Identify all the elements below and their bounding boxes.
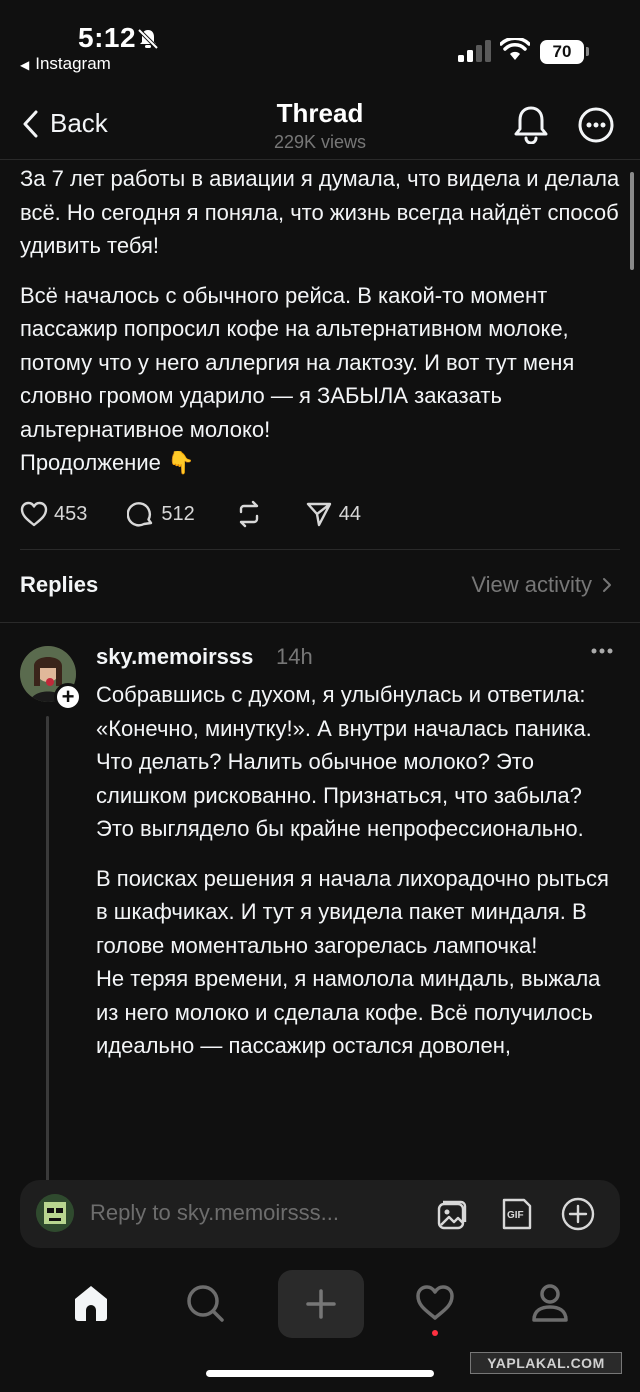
gallery-icon[interactable]: [434, 1196, 470, 1232]
share-button[interactable]: 44: [305, 500, 361, 528]
my-avatar-image: [36, 1194, 74, 1232]
search-icon[interactable]: [184, 1282, 226, 1324]
send-icon: [306, 502, 331, 527]
watermark: YAPLAKAL.COM: [470, 1352, 622, 1374]
new-thread-button[interactable]: [278, 1270, 364, 1338]
svg-text:GIF: GIF: [507, 1210, 524, 1221]
home-indicator[interactable]: [206, 1370, 434, 1377]
thread-header: Back Thread 229K views: [0, 90, 640, 160]
reply-input[interactable]: [90, 1200, 410, 1226]
reply-username[interactable]: sky.memoirsss: [96, 644, 253, 670]
plus-icon: [306, 1289, 336, 1319]
like-count: 453: [54, 502, 88, 525]
status-time: 5:12: [78, 22, 137, 53]
home-icon[interactable]: [70, 1282, 112, 1324]
back-to-app-link[interactable]: ◀ Instagram: [20, 54, 111, 74]
view-activity-link[interactable]: View activity: [471, 572, 612, 598]
battery-indicator: 70: [540, 40, 584, 64]
heart-icon[interactable]: [414, 1282, 456, 1324]
reply-paragraph: В поисках решения я начала лихорадочно р…: [96, 865, 609, 958]
view-activity-label: View activity: [471, 572, 592, 597]
status-bar: 5:12 ◀ Instagram 70: [0, 0, 640, 80]
more-dots-icon[interactable]: [590, 646, 614, 656]
reply-time: 14h: [276, 644, 313, 669]
reply-composer: GIF: [20, 1180, 620, 1248]
follow-plus-button[interactable]: +: [54, 683, 82, 711]
post-paragraph: Всё началось с обычного рейса. В какой-т…: [20, 282, 575, 442]
share-count: 44: [338, 502, 361, 525]
reply-body: Собравшись с духом, я улыбнулась и ответ…: [96, 678, 616, 1063]
post-body: За 7 лет работы в авиации я думала, что …: [20, 162, 620, 496]
comment-count: 512: [161, 502, 195, 525]
comment-button[interactable]: 512: [127, 500, 195, 528]
wifi-icon: [500, 38, 530, 60]
reply-paragraph: Собравшись с духом, я улыбнулась и ответ…: [96, 682, 592, 841]
replies-header: Replies View activity: [20, 566, 620, 606]
comment-icon: [127, 502, 153, 527]
bottom-nav: [0, 1262, 640, 1352]
like-button[interactable]: 453: [20, 501, 87, 527]
gif-icon[interactable]: GIF: [498, 1196, 534, 1232]
thread-line: [46, 716, 49, 1186]
back-triangle-icon: ◀: [20, 58, 30, 72]
divider: [20, 549, 620, 550]
replies-label: Replies: [20, 572, 99, 597]
notification-dot: [432, 1330, 438, 1336]
continuation-text: Продолжение 👇: [20, 450, 195, 475]
add-circle-icon[interactable]: [560, 1196, 596, 1232]
reply-paragraph: Не теряя времени, я намолола миндаль, вы…: [96, 966, 601, 1058]
more-circle-icon[interactable]: [577, 106, 615, 144]
repost-button[interactable]: [235, 500, 263, 528]
bell-muted-icon: [137, 28, 159, 50]
post-actions: 453 512 44: [20, 497, 393, 531]
post-paragraph: За 7 лет работы в авиации я думала, что …: [20, 166, 620, 258]
scrollbar[interactable]: [630, 172, 634, 270]
back-app-label: Instagram: [35, 54, 111, 73]
profile-icon[interactable]: [530, 1282, 570, 1324]
heart-icon: [20, 501, 48, 527]
battery-tip: [586, 47, 589, 56]
chevron-right-icon: [603, 578, 611, 592]
repost-icon: [239, 500, 258, 528]
divider: [0, 622, 640, 623]
cellular-signal-icon: [458, 40, 491, 62]
bell-icon[interactable]: [512, 104, 550, 144]
my-avatar: [36, 1194, 74, 1232]
